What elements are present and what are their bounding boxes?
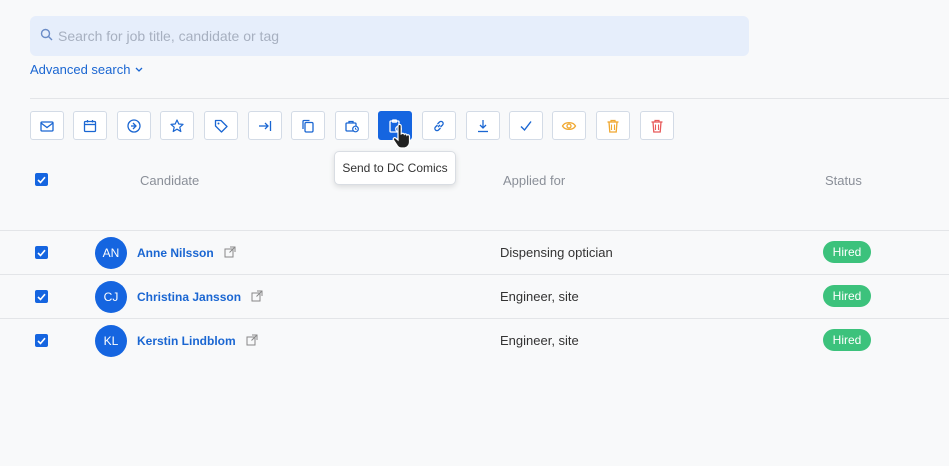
column-header-status[interactable]: Status [825, 173, 862, 188]
candidate-name: Kerstin Lindblom [137, 334, 236, 348]
copy-icon [302, 119, 314, 133]
row-checkbox[interactable] [35, 290, 48, 303]
external-link-icon[interactable] [246, 334, 258, 346]
archive-button[interactable] [596, 111, 630, 140]
copy-link-button[interactable] [422, 111, 456, 140]
mark-done-button[interactable] [509, 111, 543, 140]
applied-for-job: Dispensing optician [500, 245, 613, 260]
eye-icon [561, 121, 577, 130]
select-all-checkbox[interactable] [35, 173, 48, 186]
column-header-candidate[interactable]: Candidate [140, 173, 199, 188]
delete-button[interactable] [640, 111, 674, 140]
applied-for-job: Engineer, site [500, 289, 579, 304]
download-button[interactable] [466, 111, 500, 140]
move-to-button[interactable] [248, 111, 282, 140]
move-stage-icon [127, 118, 141, 133]
move-stage-button[interactable] [117, 111, 151, 140]
checkmark-icon [37, 249, 46, 257]
divider [30, 98, 949, 99]
candidate-name-link[interactable]: Anne Nilsson [137, 246, 236, 260]
status-badge: Hired [823, 241, 871, 263]
status-badge: Hired [823, 329, 871, 351]
trash-red-icon [651, 119, 663, 133]
view-button[interactable] [552, 111, 586, 140]
row-checkbox[interactable] [35, 334, 48, 347]
trash-yellow-icon [607, 119, 619, 133]
row-divider [0, 230, 949, 231]
star-icon [170, 118, 184, 132]
briefcase-button[interactable] [335, 111, 369, 140]
column-header-applied-for[interactable]: Applied for [503, 173, 565, 188]
row-checkbox[interactable] [35, 246, 48, 259]
avatar: KL [95, 325, 127, 357]
status-badge: Hired [823, 285, 871, 307]
external-link-icon[interactable] [224, 246, 236, 258]
row-divider [0, 274, 949, 275]
tooltip: Send to DC Comics [334, 151, 456, 185]
send-email-button[interactable] [30, 111, 64, 140]
advanced-search-label: Advanced search [30, 62, 131, 77]
row-divider [0, 318, 949, 319]
candidate-name-link[interactable]: Kerstin Lindblom [137, 334, 258, 348]
mail-icon [40, 120, 54, 132]
checkmark-icon [37, 176, 46, 184]
search-input[interactable] [58, 16, 738, 56]
download-icon [478, 119, 488, 132]
tag-button[interactable] [204, 111, 238, 140]
avatar: CJ [95, 281, 127, 313]
search-box[interactable] [30, 16, 749, 56]
checkmark-icon [37, 337, 46, 345]
favorite-button[interactable] [160, 111, 194, 140]
schedule-button[interactable] [73, 111, 107, 140]
tag-icon [214, 119, 228, 133]
advanced-search-link[interactable]: Advanced search [30, 62, 143, 77]
candidate-name-link[interactable]: Christina Jansson [137, 290, 263, 304]
hand-cursor-icon [392, 124, 411, 149]
calendar-icon [83, 119, 97, 132]
applied-for-job: Engineer, site [500, 333, 579, 348]
chevron-down-icon [135, 67, 143, 72]
copy-button[interactable] [291, 111, 325, 140]
avatar: AN [95, 237, 127, 269]
move-to-end-icon [259, 120, 272, 131]
candidate-name: Anne Nilsson [137, 246, 214, 260]
link-icon [434, 120, 444, 131]
check-icon [520, 120, 532, 131]
candidate-name: Christina Jansson [137, 290, 242, 304]
tooltip-text: Send to DC Comics [342, 161, 448, 175]
external-link-icon[interactable] [251, 290, 263, 302]
checkmark-icon [37, 293, 46, 301]
briefcase-icon [345, 120, 359, 132]
search-icon [40, 28, 53, 41]
